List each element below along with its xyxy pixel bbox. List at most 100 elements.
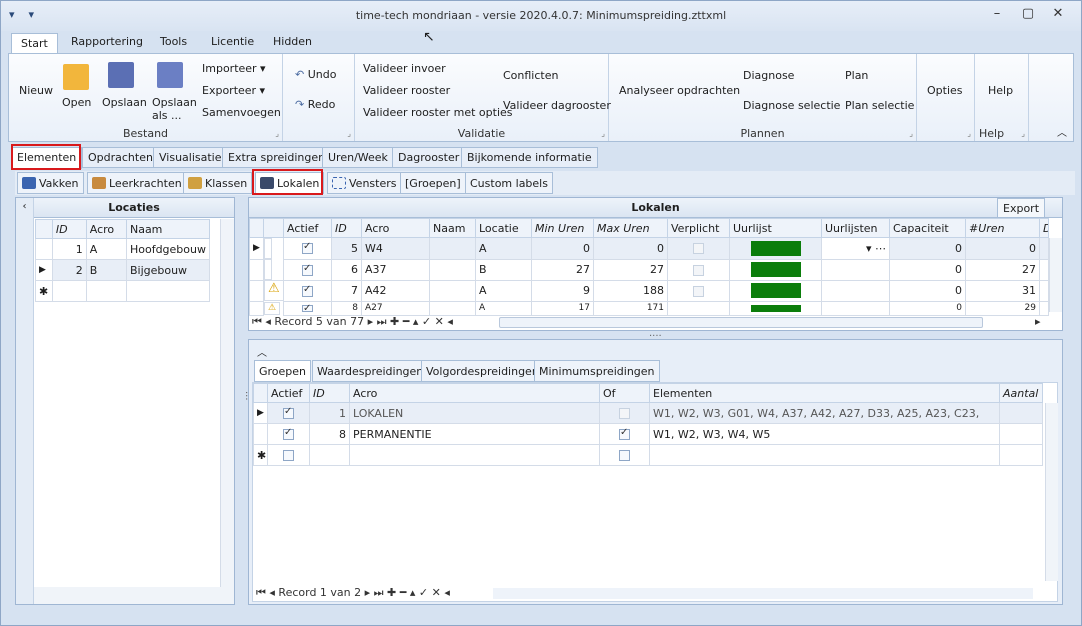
table-row[interactable]: 6A37B2727027	[249, 258, 1049, 281]
chevron-up-icon[interactable]: ︿	[257, 344, 267, 359]
col-max-uren[interactable]: Max Uren	[593, 218, 668, 238]
valideer-opties-button[interactable]: Valideer rooster met opties	[363, 106, 513, 119]
table-row[interactable]: 8PERMANENTIEW1, W2, W3, W4, W5	[253, 423, 1043, 445]
dialog-launcher-icon[interactable]: ⌟	[967, 129, 971, 138]
importeer-button[interactable]: Importeer ▾	[202, 62, 266, 75]
uurlijsten-dropdown[interactable]: ▾ ⋯	[821, 237, 890, 260]
new-row[interactable]: ✱	[253, 444, 1043, 466]
maximize-button[interactable]: ▢	[1018, 6, 1038, 21]
col-min-uren[interactable]: Min Uren	[531, 218, 594, 238]
col-diff[interactable]: Diff	[1039, 218, 1049, 238]
samenvoegen-button[interactable]: Samenvoegen	[202, 106, 281, 119]
col-id[interactable]: ID	[309, 383, 350, 403]
opslaan-als-button[interactable]: Opslaan als ...	[152, 96, 197, 122]
tab-tools[interactable]: Tools	[160, 35, 187, 48]
tab-hidden[interactable]: Hidden	[273, 35, 312, 48]
table-row[interactable]: ▶1LOKALENW1, W2, W3, G01, W4, A37, A42, …	[253, 402, 1043, 424]
tab-vakken[interactable]: Vakken	[17, 172, 84, 194]
undo-button[interactable]: ↶ Undo	[295, 68, 336, 81]
col-actief[interactable]: Actief	[267, 383, 310, 403]
table-row[interactable]: ⚠8A27A17171029	[249, 300, 1049, 316]
col-locatie[interactable]: Locatie	[475, 218, 532, 238]
col-capaciteit[interactable]: Capaciteit	[889, 218, 966, 238]
vertical-splitter-handle[interactable]: ···	[240, 391, 251, 401]
tab-volgordespreidingen[interactable]: Volgordespreidingen	[421, 360, 544, 382]
col-uurlijsten[interactable]: Uurlijsten	[821, 218, 890, 238]
tab-visualisatie[interactable]: Visualisatie	[153, 147, 228, 168]
vertical-scrollbar[interactable]	[1045, 403, 1058, 581]
diagnose-button[interactable]: Diagnose	[743, 69, 794, 82]
vertical-scrollbar[interactable]	[1049, 238, 1062, 312]
tab-start[interactable]: Start	[11, 33, 58, 54]
col-actief[interactable]: Actief	[283, 218, 332, 238]
table-row[interactable]: ▶ 2 B Bijgebouw	[35, 259, 211, 281]
col-of[interactable]: Of	[599, 383, 650, 403]
col-verplicht[interactable]: Verplicht	[667, 218, 730, 238]
table-row[interactable]: 1 A Hoofdgebouw	[35, 238, 211, 260]
col-acro[interactable]: Acro	[349, 383, 600, 403]
chevron-left-icon[interactable]: ‹	[16, 198, 33, 212]
col-naam[interactable]: Naam	[429, 218, 476, 238]
tab-custom-labels[interactable]: Custom labels	[465, 172, 553, 194]
tab-rapportering[interactable]: Rapportering	[71, 35, 143, 48]
dialog-launcher-icon[interactable]: ⌟	[909, 129, 913, 138]
tab-klassen[interactable]: Klassen	[183, 172, 253, 194]
col-naam[interactable]: Naam	[125, 219, 211, 239]
col-elementen[interactable]: Elementen	[649, 383, 1000, 403]
tab-waardespreidingen[interactable]: Waardespreidingen	[312, 360, 429, 382]
horizontal-scrollbar[interactable]	[493, 588, 1033, 599]
diagnose-selectie-button[interactable]: Diagnose selectie	[743, 99, 840, 112]
collapse-strip[interactable]: ‹	[16, 198, 34, 604]
tab-leerkrachten[interactable]: Leerkrachten	[87, 172, 187, 194]
tab-licentie[interactable]: Licentie	[211, 35, 254, 48]
dialog-launcher-icon[interactable]: ⌟	[601, 129, 605, 138]
plan-button[interactable]: Plan	[845, 69, 868, 82]
table-row[interactable]: ▶5W4A00▾ ⋯00	[249, 237, 1049, 260]
exporteer-button[interactable]: Exporteer ▾	[202, 84, 265, 97]
tab-uren-week[interactable]: Uren/Week	[322, 147, 394, 168]
redo-button[interactable]: ↷ Redo	[295, 98, 335, 111]
valideer-rooster-button[interactable]: Valideer rooster	[363, 84, 450, 97]
tab-opdrachten[interactable]: Opdrachten	[82, 147, 159, 168]
analyseer-button[interactable]: Analyseer opdrachten	[619, 84, 740, 97]
plan-selectie-button[interactable]: Plan selectie	[845, 99, 914, 112]
help-button[interactable]: Help	[988, 84, 1013, 97]
tab-extra-spreidingen[interactable]: Extra spreidingen	[222, 147, 332, 168]
tab-bijkomende-informatie[interactable]: Bijkomende informatie	[461, 147, 598, 168]
tab-vensters[interactable]: Vensters	[327, 172, 402, 194]
new-row[interactable]: ✱	[35, 280, 211, 302]
horizontal-scrollbar[interactable]	[499, 317, 983, 328]
table-row[interactable]: ⚠7A42A9188031	[249, 279, 1049, 302]
col-uurlijst[interactable]: Uurlijst	[729, 218, 822, 238]
tab-dagrooster[interactable]: Dagrooster	[392, 147, 466, 168]
opslaan-button[interactable]: Opslaan	[102, 96, 147, 109]
conflicten-button[interactable]: Conflicten	[503, 69, 558, 82]
nieuw-button[interactable]: Nieuw	[19, 84, 53, 97]
tab-groepen[interactable]: [Groepen]	[400, 172, 466, 194]
col-id[interactable]: ID	[51, 219, 87, 239]
close-button[interactable]: ✕	[1048, 6, 1068, 21]
valideer-invoer-button[interactable]: Valideer invoer	[363, 62, 446, 75]
valideer-dagrooster-button[interactable]: Valideer dagrooster	[503, 99, 611, 112]
vertical-scrollbar[interactable]	[220, 219, 234, 587]
col-aantal[interactable]: Aantal	[999, 383, 1043, 403]
tab-groepen-bottom[interactable]: Groepen	[254, 360, 312, 382]
dialog-launcher-icon[interactable]: ⌟	[275, 129, 279, 138]
col-acro[interactable]: Acro	[361, 218, 430, 238]
horizontal-scrollbar[interactable]	[34, 587, 234, 604]
opties-button[interactable]: Opties	[927, 84, 963, 97]
tab-minimumspreidingen[interactable]: Minimumspreidingen	[534, 360, 660, 382]
col-acro[interactable]: Acro	[85, 219, 127, 239]
collapse-ribbon-icon[interactable]: ︿	[1057, 124, 1067, 139]
export-button[interactable]: Export	[997, 198, 1046, 218]
scroll-right-icon[interactable]: ▸	[1035, 315, 1041, 332]
record-navigator[interactable]: ⏮ ◂ Record 1 van 2 ▸ ⏭ ✚ ━ ▴ ✓ ✕ ◂	[256, 586, 450, 603]
col-uren[interactable]: #Uren	[965, 218, 1040, 238]
record-navigator[interactable]: ⏮ ◂ Record 5 van 77 ▸ ⏭ ✚ ━ ▴ ✓ ✕ ◂	[252, 315, 453, 332]
dialog-launcher-icon[interactable]: ⌟	[1021, 129, 1025, 138]
dialog-launcher-icon[interactable]: ⌟	[347, 129, 351, 138]
open-button[interactable]: Open	[62, 96, 91, 109]
minimize-button[interactable]: –	[987, 6, 1007, 21]
ellipsis-button[interactable]: ⋯	[875, 242, 886, 255]
col-id[interactable]: ID	[331, 218, 362, 238]
